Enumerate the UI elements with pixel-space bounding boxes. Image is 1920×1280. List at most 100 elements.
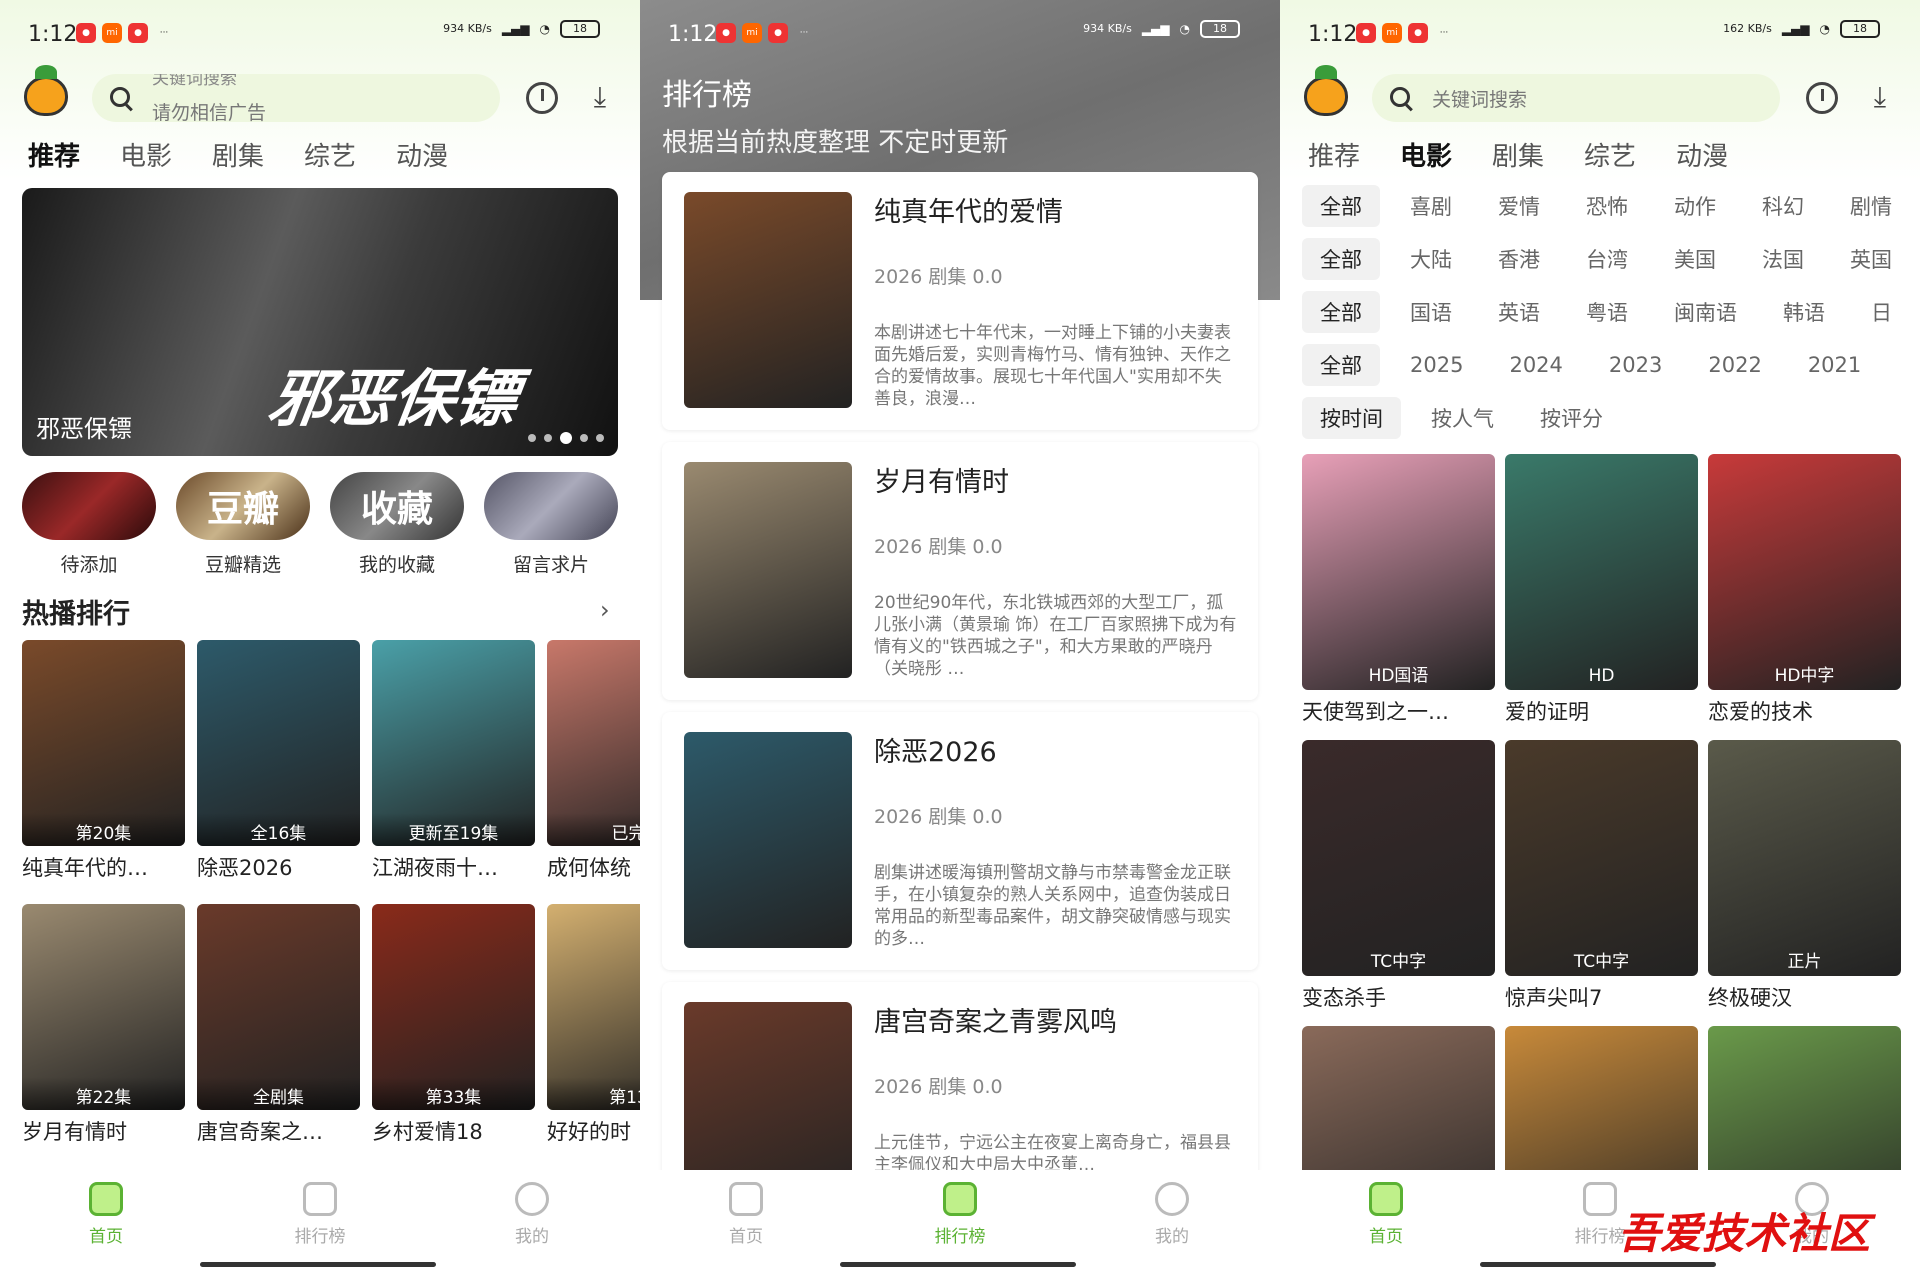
tab-rank[interactable]: 排行榜 (910, 1182, 1010, 1247)
filter-option[interactable]: 恐怖 (1586, 191, 1628, 221)
tab-variety[interactable]: 综艺 (1584, 136, 1636, 173)
filter-option[interactable]: 闽南语 (1674, 297, 1737, 327)
tab-rank[interactable]: 排行榜 (270, 1182, 370, 1247)
hot-card[interactable]: 第22集 岁月有情时 (22, 904, 185, 1146)
quick-pending[interactable]: 待添加 (22, 472, 156, 577)
filter-option[interactable]: 英国 (1850, 244, 1892, 274)
chevron-right-icon[interactable]: › (600, 596, 610, 624)
quality-badge: HD (1588, 666, 1615, 686)
filter-option[interactable]: 大陆 (1410, 244, 1452, 274)
search-bar[interactable]: 关键词搜索 (1372, 74, 1780, 122)
hot-card[interactable]: 第20集 纯真年代的… (22, 640, 185, 882)
rank-item-meta: 2026 剧集 0.0 (874, 806, 1003, 828)
download-icon[interactable]: ⤓ (1864, 82, 1896, 114)
movie-card[interactable]: HD国语 天使驾到之一… (1302, 454, 1495, 726)
filter-option[interactable]: 2021 (1808, 353, 1861, 377)
rank-item-title: 岁月有情时 (874, 467, 1009, 498)
tab-home[interactable]: 首页 (56, 1182, 156, 1247)
status-right: 162 KB/s ▂▄▆ ◔ 18 (1723, 20, 1880, 38)
tab-home-label: 首页 (89, 1227, 123, 1247)
tab-home[interactable]: 首页 (1336, 1182, 1436, 1247)
filter-option[interactable]: 剧情 (1850, 191, 1892, 221)
movie-card[interactable]: TC中字 变态杀手 (1302, 740, 1495, 1012)
signal-icon: ▂▄▆ (1781, 22, 1810, 36)
tab-recommend[interactable]: 推荐 (28, 136, 80, 173)
notification-icons: ● mi ● ··· (76, 23, 174, 43)
rank-item[interactable]: 岁月有情时 2026 剧集 0.0 20世纪90年代，东北铁城西郊的大型工厂，孤儿张… (662, 442, 1258, 700)
filter-option[interactable]: 按人气 (1431, 403, 1494, 433)
quality-badge: TC中字 (1573, 952, 1630, 972)
filter-option[interactable]: 日 (1871, 297, 1892, 327)
movie-card[interactable]: 正片 终极硬汉 (1708, 740, 1901, 1012)
filter-option[interactable]: 2024 (1509, 353, 1562, 377)
hot-card[interactable]: 全16集 除恶2026 (197, 640, 360, 882)
tab-rank-label: 排行榜 (934, 1227, 986, 1247)
search-bar[interactable]: 关键词搜索 请勿相信广告 (92, 74, 500, 122)
tab-series[interactable]: 剧集 (1492, 136, 1544, 173)
movie-card[interactable]: HD中字 恋爱的技术 (1708, 454, 1901, 726)
filter-option[interactable]: 台湾 (1586, 244, 1628, 274)
tab-series[interactable]: 剧集 (212, 136, 264, 173)
filter-option[interactable]: 韩语 (1783, 297, 1825, 327)
filter-option[interactable]: 动作 (1674, 191, 1716, 221)
history-icon[interactable] (1806, 82, 1838, 114)
hot-card[interactable]: 第13 好好的时 (547, 904, 640, 1146)
quick-request[interactable]: 留言求片 (484, 472, 618, 577)
filter-option[interactable]: 全部 (1302, 291, 1380, 333)
filter-option[interactable]: 2022 (1708, 353, 1761, 377)
tab-home[interactable]: 首页 (696, 1182, 796, 1247)
movie-card[interactable]: HD 爱的证明 (1505, 454, 1698, 726)
filter-option[interactable]: 按评分 (1540, 403, 1603, 433)
rank-item[interactable]: 除恶2026 2026 剧集 0.0 剧集讲述暖海镇刑警胡文静与市禁毒警金龙正联手，… (662, 712, 1258, 970)
filter-option[interactable]: 2025 (1410, 353, 1463, 377)
filter-option[interactable]: 全部 (1302, 185, 1380, 227)
filter-option[interactable]: 全部 (1302, 344, 1380, 386)
hero-banner[interactable]: 邪恶保镖 邪恶保镖 (22, 188, 618, 456)
tab-anime[interactable]: 动漫 (1676, 136, 1728, 173)
card-title: 纯真年代的… (22, 856, 148, 880)
tab-variety[interactable]: 综艺 (304, 136, 356, 173)
filter-option[interactable]: 粤语 (1586, 297, 1628, 327)
rank-item[interactable]: 纯真年代的爱情 2026 剧集 0.0 本剧讲述七十年代末，一对睡上下铺的小夫妻表面… (662, 172, 1258, 430)
poster-image: TC中字 (1302, 740, 1495, 976)
filter-option[interactable]: 国语 (1410, 297, 1452, 327)
tab-movie[interactable]: 电影 (120, 136, 172, 173)
filter-option[interactable]: 香港 (1498, 244, 1540, 274)
card-title: 岁月有情时 (22, 1120, 127, 1144)
hot-grid: 第20集 纯真年代的… 全16集 除恶2026 更新至19集 江湖夜雨十… 已完 成何体统第2… (22, 640, 640, 1146)
tab-mine[interactable]: 我的 (482, 1182, 582, 1247)
movie-card[interactable]: TC中字 惊声尖叫7 (1505, 740, 1698, 1012)
tab-mine[interactable]: 我的 (1122, 1182, 1222, 1247)
tab-anime[interactable]: 动漫 (396, 136, 448, 173)
quick-douban[interactable]: 豆瓣 豆瓣精选 (176, 472, 310, 577)
trophy-icon (1583, 1182, 1617, 1216)
history-icon[interactable] (526, 82, 558, 114)
filter-option[interactable]: 2023 (1609, 353, 1662, 377)
filter-option[interactable]: 按时间 (1302, 397, 1401, 439)
episode-badge: 更新至19集 (372, 813, 535, 846)
filter-option[interactable]: 科幻 (1762, 191, 1804, 221)
rank-item-title: 唐宫奇案之青雾风鸣 (874, 1007, 1117, 1038)
notification-icons: ● mi ● ··· (1356, 23, 1454, 43)
filter-option[interactable]: 全部 (1302, 238, 1380, 280)
banner-dots (528, 432, 604, 444)
hot-card[interactable]: 已完 成何体统 (547, 640, 640, 882)
home-icon (89, 1182, 123, 1216)
tab-recommend[interactable]: 推荐 (1308, 136, 1360, 173)
filter-option[interactable]: 爱情 (1498, 191, 1540, 221)
poster-image: HD中字 (1708, 454, 1901, 690)
filter-option[interactable]: 法国 (1762, 244, 1804, 274)
filter-option[interactable]: 喜剧 (1410, 191, 1452, 221)
quick-favorites[interactable]: 收藏 我的收藏 (330, 472, 464, 577)
quality-badge: HD国语 (1368, 666, 1429, 686)
filter-option[interactable]: 英语 (1498, 297, 1540, 327)
app-logo (1304, 65, 1348, 116)
rank-item-meta: 2026 剧集 0.0 (874, 1076, 1003, 1098)
hot-card[interactable]: 第33集 乡村爱情18 (372, 904, 535, 1146)
tab-movie[interactable]: 电影 (1400, 136, 1452, 173)
hot-card[interactable]: 更新至19集 江湖夜雨十… (372, 640, 535, 882)
filter-option[interactable]: 美国 (1674, 244, 1716, 274)
hot-card[interactable]: 全剧集 唐宫奇案之… (197, 904, 360, 1146)
download-icon[interactable]: ⤓ (584, 82, 616, 114)
search-icon (1390, 87, 1410, 107)
